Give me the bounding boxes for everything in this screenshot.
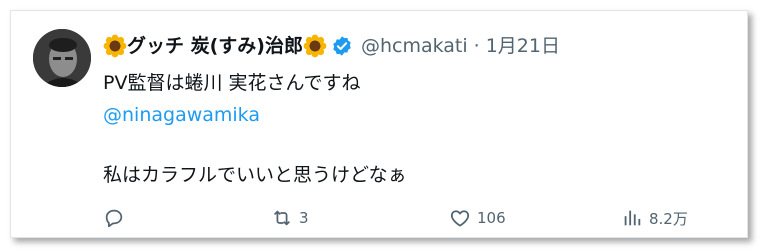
views-button[interactable]: 8.2万 [621, 207, 688, 229]
reply-button[interactable] [103, 207, 125, 229]
verified-badge-icon[interactable] [331, 35, 353, 57]
tweet-body: PV監督は蜷川 実花さんですね @ninagawamika 私はカラフルでいいと… [103, 69, 407, 189]
tweet-text-line: 私はカラフルでいいと思うけどなぁ [103, 164, 407, 186]
retweet-button[interactable]: 3 [271, 207, 309, 229]
mention-link[interactable]: @ninagawamika [103, 101, 407, 129]
action-bar: 3 106 8.2万 [103, 207, 723, 237]
sunflower-emoji-icon [303, 34, 327, 58]
views-count: 8.2万 [649, 209, 688, 228]
avatar[interactable] [33, 29, 91, 87]
heart-icon [450, 210, 470, 227]
reply-icon [105, 209, 123, 228]
tweet-header: グッチ 炭(すみ)治郎 @hcmakati · 1月21日 [103, 33, 560, 59]
tweet-date[interactable]: 1月21日 [486, 33, 560, 59]
tweet-text-line: PV監督は蜷川 実花さんですね [103, 72, 361, 94]
views-chart-icon [624, 210, 641, 226]
like-button[interactable]: 106 [449, 207, 506, 229]
sunflower-emoji-icon [103, 34, 127, 58]
retweet-icon [274, 210, 290, 226]
retweet-count: 3 [299, 209, 309, 227]
user-handle[interactable]: @hcmakati [361, 33, 468, 59]
separator-dot: · [473, 35, 480, 57]
like-count: 106 [477, 209, 506, 227]
display-name[interactable]: グッチ 炭(すみ)治郎 [127, 33, 303, 59]
tweet-card[interactable]: グッチ 炭(すみ)治郎 @hcmakati · 1月21日 PV監督は蜷川 実花… [10, 10, 748, 238]
